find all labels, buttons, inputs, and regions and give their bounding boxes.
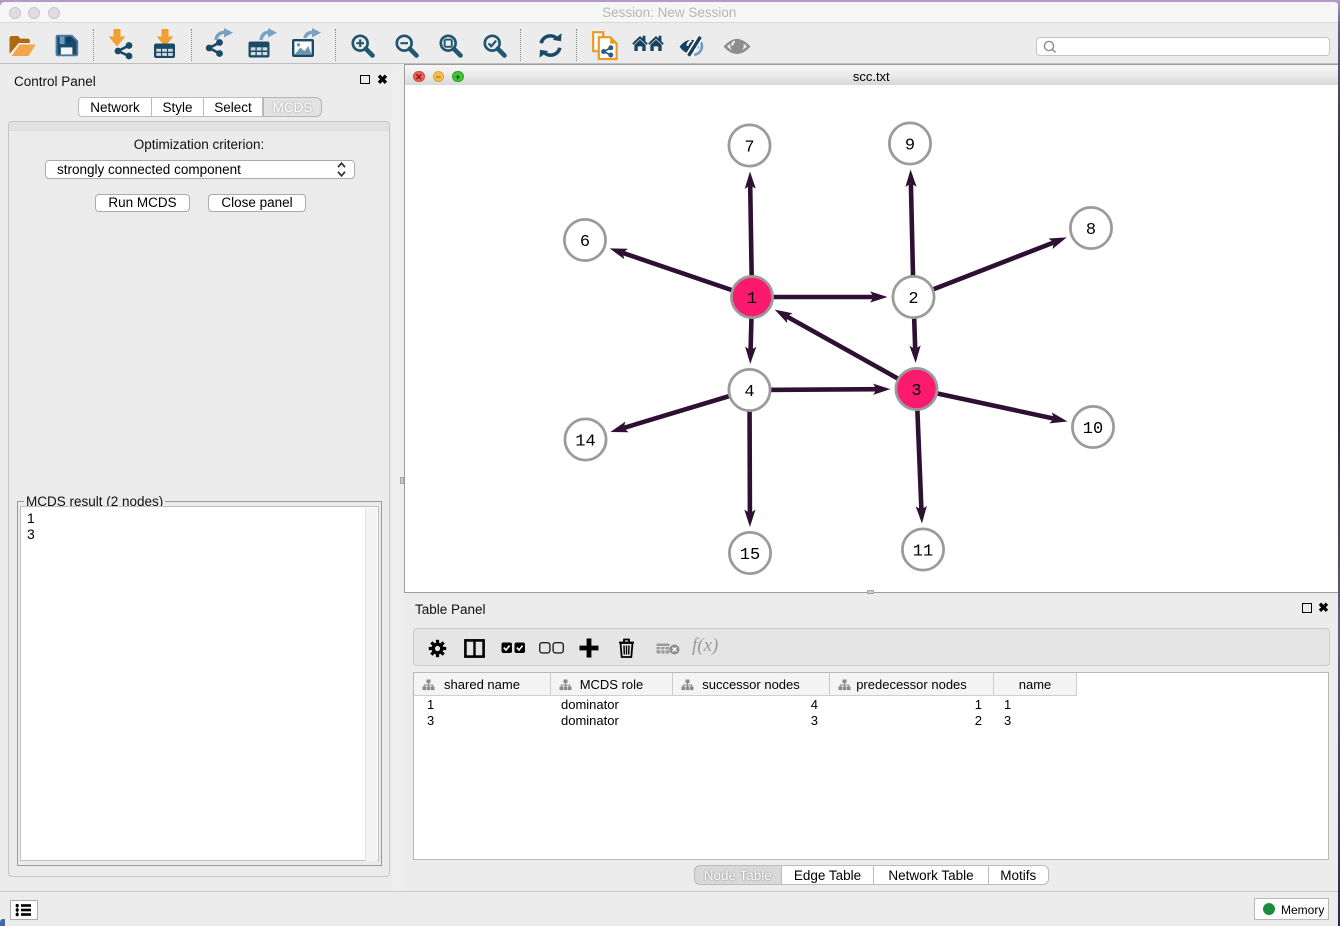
svg-text:14: 14 (575, 433, 595, 452)
svg-text:3: 3 (911, 382, 921, 401)
svg-text:11: 11 (913, 543, 933, 562)
svg-text:1: 1 (747, 290, 757, 309)
svg-text:9: 9 (905, 137, 915, 156)
svg-text:15: 15 (740, 546, 760, 565)
svg-text:4: 4 (744, 383, 754, 402)
svg-text:10: 10 (1083, 420, 1103, 439)
svg-text:2: 2 (908, 290, 918, 309)
svg-text:6: 6 (580, 233, 590, 252)
svg-text:7: 7 (744, 139, 754, 158)
svg-text:8: 8 (1086, 221, 1096, 240)
